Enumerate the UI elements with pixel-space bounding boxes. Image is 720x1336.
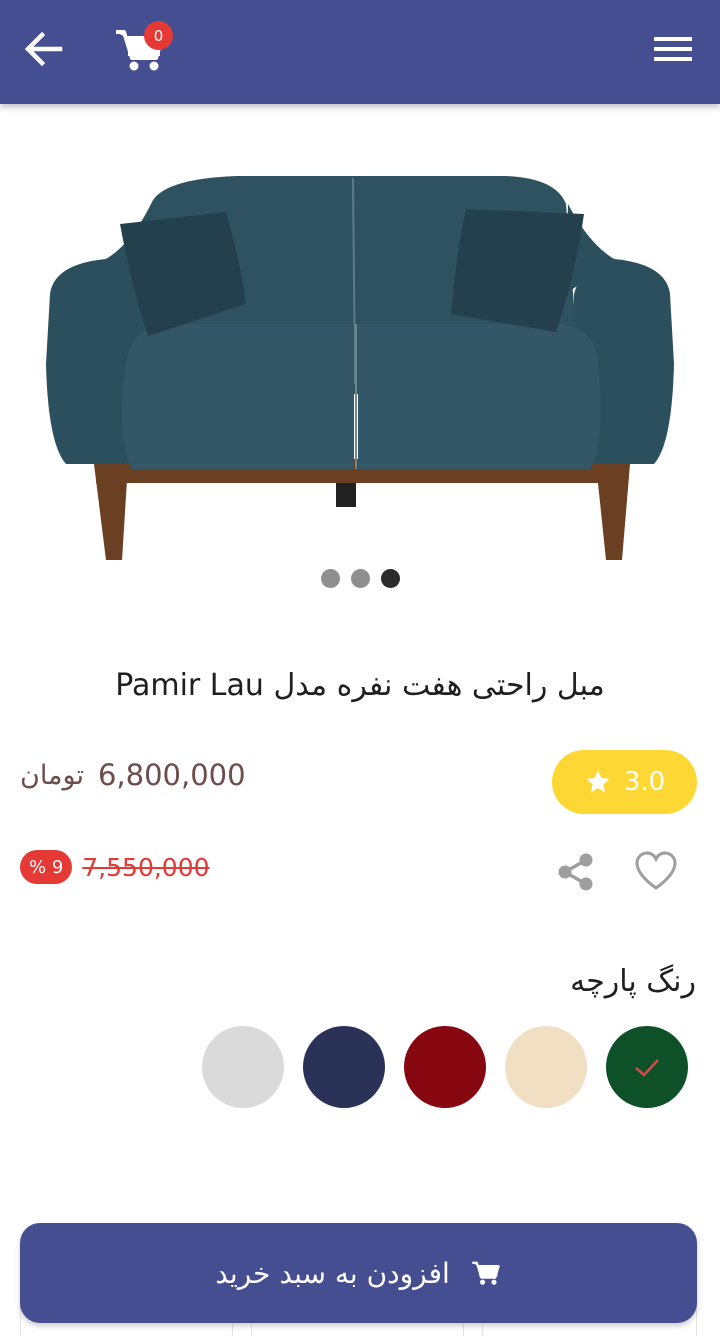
star-icon [586,770,610,793]
gallery-pagination [0,569,720,588]
color-swatch[interactable] [404,1026,486,1108]
old-price-row: % 9 7,550,000 [20,850,210,884]
color-swatch[interactable] [505,1026,587,1108]
pagination-dot-active[interactable] [380,569,400,588]
pagination-dot[interactable] [320,569,340,588]
price-row: تومان 6,800,000 [20,758,246,792]
color-swatch[interactable] [303,1026,385,1108]
heart-outline-icon [635,851,677,890]
discount-badge: % 9 [20,850,73,884]
arrow-left-icon [24,31,63,67]
fabric-color-label: رنگ پارچه [570,964,696,999]
cart-count-badge: 0 [144,21,173,50]
color-swatch[interactable] [202,1026,284,1108]
back-button[interactable] [20,26,66,72]
shopping-cart-icon [472,1261,500,1285]
add-to-cart-label: افزودن به سبد خرید [215,1256,450,1290]
product-gallery[interactable] [0,104,720,624]
color-swatches [202,1026,688,1108]
rating-badge: 3.0 [552,750,697,814]
sofa-product-image [46,176,674,560]
favorite-button[interactable] [632,848,680,894]
app-bar: 0 [0,0,720,104]
hamburger-menu-icon [654,37,692,61]
currency-label: تومان [20,759,84,791]
share-button[interactable] [554,850,598,894]
add-to-cart-button[interactable]: افزودن به سبد خرید [20,1223,697,1323]
product-price: 6,800,000 [97,758,246,792]
product-title: مبل راحتی هفت نفره مدل Pamir Lau [115,668,605,703]
rating-value: 3.0 [623,767,666,797]
old-price: 7,550,000 [82,852,210,882]
pagination-dot[interactable] [350,569,370,588]
menu-button[interactable] [650,30,696,70]
check-icon [635,1059,659,1077]
color-swatch-selected[interactable] [606,1026,688,1108]
share-icon [558,853,593,891]
